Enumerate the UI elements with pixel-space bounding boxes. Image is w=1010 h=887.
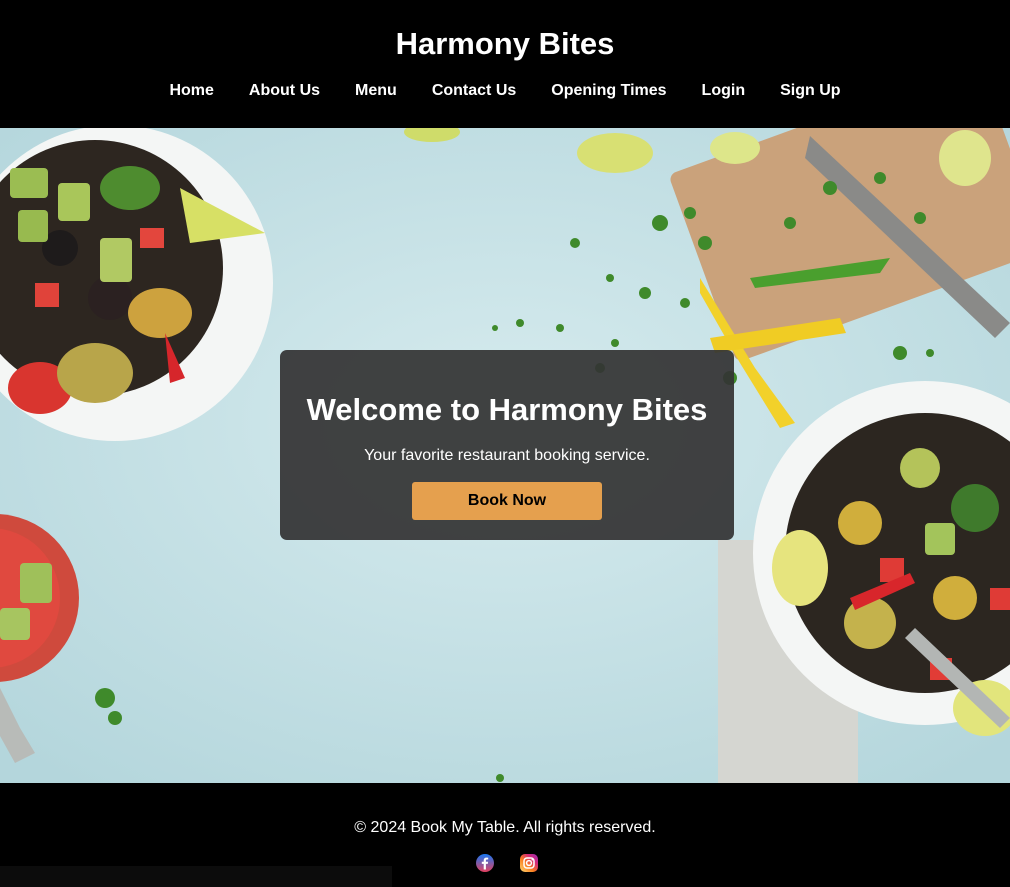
welcome-subtitle: Your favorite restaurant booking service… bbox=[364, 447, 650, 464]
footer-strip bbox=[0, 866, 392, 887]
copyright-text: © 2024 Book My Table. All rights reserve… bbox=[354, 819, 656, 836]
nav-home[interactable]: Home bbox=[169, 82, 213, 100]
nav-menu[interactable]: Menu bbox=[355, 82, 397, 100]
instagram-icon[interactable] bbox=[519, 853, 539, 873]
site-title: Harmony Bites bbox=[395, 26, 615, 61]
facebook-icon[interactable] bbox=[475, 853, 495, 873]
nav-about-us[interactable]: About Us bbox=[249, 82, 320, 100]
nav-login[interactable]: Login bbox=[702, 82, 746, 100]
nav-contact-us[interactable]: Contact Us bbox=[432, 82, 516, 100]
hero-section: Welcome to Harmony Bites Your favorite r… bbox=[0, 128, 1010, 783]
book-now-button[interactable]: Book Now bbox=[412, 482, 602, 520]
main-nav: Home About Us Menu Contact Us Opening Ti… bbox=[0, 82, 1010, 100]
site-header: Harmony Bites Home About Us Menu Contact… bbox=[0, 0, 1010, 128]
social-links bbox=[475, 853, 539, 873]
nav-opening-times[interactable]: Opening Times bbox=[551, 82, 666, 100]
nav-sign-up[interactable]: Sign Up bbox=[780, 82, 840, 100]
welcome-heading: Welcome to Harmony Bites bbox=[306, 392, 708, 427]
welcome-card: Welcome to Harmony Bites Your favorite r… bbox=[280, 350, 734, 540]
site-footer: © 2024 Book My Table. All rights reserve… bbox=[0, 783, 1010, 887]
